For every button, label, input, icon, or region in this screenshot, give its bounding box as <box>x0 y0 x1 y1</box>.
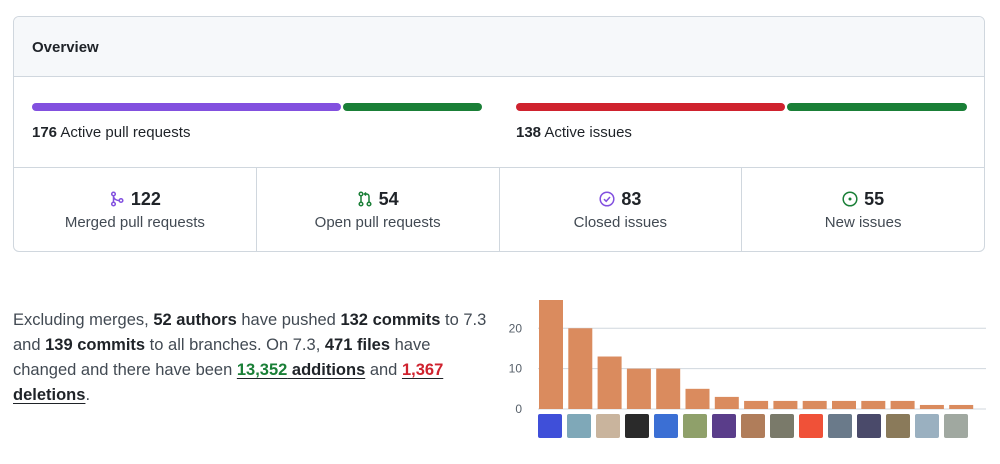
contributor-avatar[interactable] <box>828 414 852 438</box>
contributor-avatar[interactable] <box>654 414 678 438</box>
merge-icon <box>110 191 124 207</box>
y-tick-label: 0 <box>515 402 522 416</box>
commits-all-count: 139 commits <box>45 336 146 354</box>
additions-word: additions <box>287 361 366 379</box>
open-label: Open pull requests <box>314 214 441 231</box>
contributor-avatars <box>538 414 968 438</box>
bar <box>949 404 974 409</box>
active-pull-requests-label: Active pull requests <box>60 124 191 141</box>
merged-pull-requests-stat[interactable]: 122 Merged pull requests <box>14 168 257 251</box>
active-issues-count: 138 <box>516 124 542 141</box>
merged-count: 122 <box>130 188 161 209</box>
bar <box>539 300 563 409</box>
summary-text: and <box>365 361 402 379</box>
contributor-avatar[interactable] <box>596 414 620 438</box>
issues-progress <box>516 103 967 111</box>
pull-request-icon <box>358 191 372 207</box>
deletions-count: 1,367 <box>401 361 444 379</box>
contributor-avatar[interactable] <box>857 414 881 438</box>
bar <box>656 368 681 409</box>
activity-bars-row: 176 Active pull requests 138 Active issu… <box>14 77 984 168</box>
contributor-avatar[interactable] <box>886 414 910 438</box>
overview-panel: Overview 176 Active pull requests 138 Ac… <box>13 16 985 252</box>
contributor-avatar[interactable] <box>712 414 736 438</box>
bar <box>832 400 856 409</box>
merged-label: Merged pull requests <box>64 214 205 231</box>
bar <box>861 400 886 409</box>
summary-text: . <box>85 386 91 404</box>
summary-text: Excluding merges, <box>13 311 154 329</box>
overview-title: Overview <box>14 17 984 77</box>
pull-requests-progress <box>32 103 482 111</box>
active-pull-requests[interactable]: 176 Active pull requests <box>32 124 190 141</box>
bar <box>890 400 915 409</box>
deletions-word: deletions <box>13 386 86 404</box>
bar <box>714 396 739 409</box>
bar <box>802 400 827 409</box>
bar <box>568 328 593 409</box>
active-issues[interactable]: 138 Active issues <box>516 124 632 141</box>
stats-row: 122 Merged pull requests 54 Open pull re… <box>14 168 984 251</box>
closed-segment <box>516 103 786 111</box>
new-count: 55 <box>864 188 885 209</box>
contributor-avatar[interactable] <box>799 414 823 438</box>
closed-label: Closed issues <box>573 214 668 231</box>
contributor-avatar[interactable] <box>567 414 591 438</box>
merged-segment <box>32 103 342 111</box>
additions-count: 13,352 <box>236 361 288 379</box>
contributor-avatar[interactable] <box>625 414 649 438</box>
closed-count: 83 <box>621 188 642 209</box>
bar <box>626 368 651 409</box>
bar <box>919 404 944 409</box>
contributor-avatar[interactable] <box>683 414 707 438</box>
bar <box>597 356 622 409</box>
open-count: 54 <box>378 188 399 209</box>
contributor-avatar[interactable] <box>538 414 562 438</box>
bar <box>773 400 798 409</box>
active-pull-requests-count: 176 <box>32 124 58 141</box>
authors-count: 52 authors <box>153 311 237 329</box>
contribution-summary: Excluding merges, 52 authors have pushed… <box>13 308 493 408</box>
issue-opened-icon <box>842 191 858 207</box>
contributor-avatar[interactable] <box>944 414 968 438</box>
active-issues-label: Active issues <box>544 124 632 141</box>
open-segment <box>343 103 482 111</box>
commits-count: 132 commits <box>340 311 441 329</box>
y-tick-label: 10 <box>509 362 523 376</box>
bar <box>744 400 769 409</box>
summary-text: to all branches. On 7.3, <box>145 336 325 354</box>
contributor-avatar[interactable] <box>770 414 794 438</box>
bar <box>685 388 710 409</box>
check-circle-icon <box>599 191 615 207</box>
open-pull-requests-stat[interactable]: 54 Open pull requests <box>257 168 500 251</box>
contributor-avatar[interactable] <box>915 414 939 438</box>
contributor-avatar[interactable] <box>741 414 765 438</box>
summary-text: have pushed <box>236 311 341 329</box>
y-tick-label: 20 <box>509 321 523 335</box>
new-issues-stat[interactable]: 55 New issues <box>742 168 984 251</box>
new-label: New issues <box>824 214 902 231</box>
new-segment <box>787 103 967 111</box>
closed-issues-stat[interactable]: 83 Closed issues <box>500 168 743 251</box>
files-count: 471 files <box>324 336 391 354</box>
additions-link[interactable]: 13,352 additions <box>237 361 365 379</box>
